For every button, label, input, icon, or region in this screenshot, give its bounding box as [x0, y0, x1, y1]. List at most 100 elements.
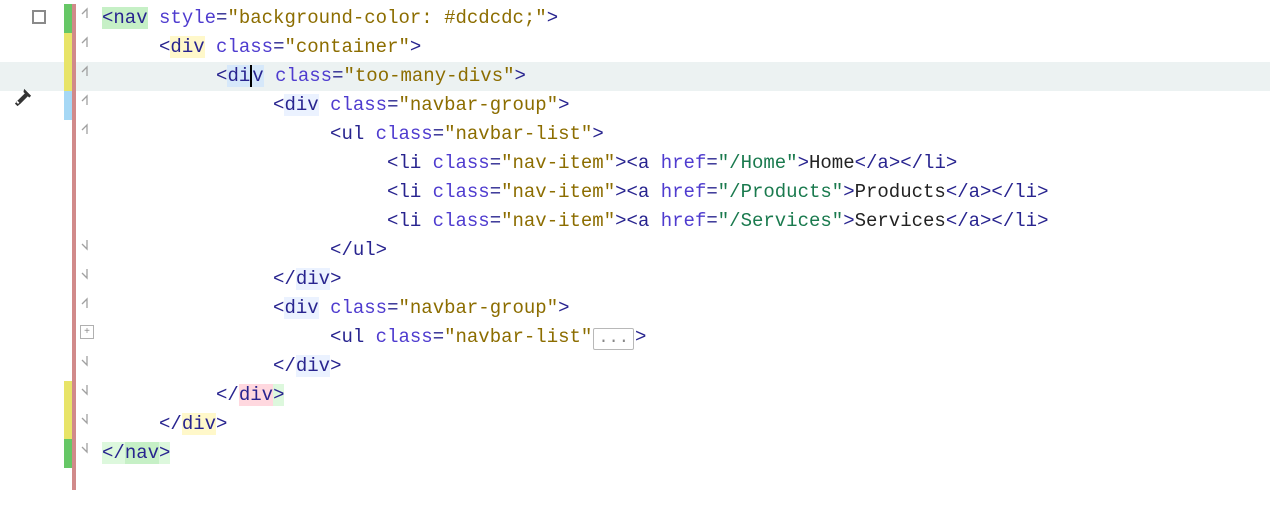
code-token: >< — [615, 210, 638, 232]
code-token — [421, 152, 432, 174]
code-token: = — [706, 181, 717, 203]
fold-expand-icon[interactable]: + — [80, 325, 94, 339]
code-line[interactable]: </div> — [100, 381, 1270, 410]
code-line[interactable]: <div class="too-many-divs"> — [100, 62, 1270, 91]
code-token: = — [706, 152, 717, 174]
code-token: > — [330, 355, 341, 377]
fold-collapse-icon[interactable] — [80, 296, 94, 310]
code-token: nav — [125, 442, 159, 464]
code-token: "navbar-list" — [444, 326, 592, 348]
code-token: class — [216, 36, 273, 58]
code-token: > — [1037, 181, 1048, 203]
code-token: li — [398, 210, 421, 232]
code-token: >< — [615, 181, 638, 203]
code-token: </ — [273, 268, 296, 290]
code-token — [205, 36, 216, 58]
code-line[interactable]: <div class="container"> — [100, 33, 1270, 62]
code-token: > — [330, 268, 341, 290]
code-token: nav — [113, 7, 147, 29]
code-token — [649, 152, 660, 174]
breakpoint-marker[interactable] — [32, 10, 46, 24]
code-line[interactable]: </nav> — [100, 439, 1270, 468]
code-token: li — [398, 152, 421, 174]
code-line[interactable]: <li class="nav-item"><a href="/Products"… — [100, 178, 1270, 207]
fold-collapse-icon[interactable] — [80, 64, 94, 78]
code-token: "navbar-group" — [398, 297, 558, 319]
code-editor[interactable]: + <nav style="background-color: #dcdcdc;… — [0, 0, 1270, 530]
code-line[interactable]: </div> — [100, 410, 1270, 439]
code-line[interactable]: <li class="nav-item"><a href="/Services"… — [100, 207, 1270, 236]
code-token: </ — [216, 384, 239, 406]
code-line[interactable]: </ul> — [100, 236, 1270, 265]
code-token: "too-many-divs" — [343, 65, 514, 87]
code-token: </ — [330, 239, 353, 261]
code-token: = — [387, 297, 398, 319]
code-token: ></ — [980, 181, 1014, 203]
code-area[interactable]: <nav style="background-color: #dcdcdc;">… — [100, 0, 1270, 530]
fold-close-icon[interactable] — [80, 238, 94, 252]
code-token: class — [330, 94, 387, 116]
fold-collapse-icon[interactable] — [80, 6, 94, 20]
change-marker — [64, 381, 72, 410]
code-token: = — [490, 152, 501, 174]
code-line[interactable]: <ul class="navbar-list"> — [100, 120, 1270, 149]
fold-collapse-icon[interactable] — [80, 122, 94, 136]
code-token: </ — [946, 181, 969, 203]
code-token: > — [273, 384, 284, 406]
code-line[interactable]: <div class="navbar-group"> — [100, 91, 1270, 120]
code-token: class — [376, 123, 433, 145]
code-token: "nav-item" — [501, 210, 615, 232]
code-line[interactable]: <li class="nav-item"><a href="/Home">Hom… — [100, 149, 1270, 178]
fold-close-icon[interactable] — [80, 412, 94, 426]
code-line[interactable]: <nav style="background-color: #dcdcdc;"> — [100, 4, 1270, 33]
gutter-annotations — [0, 0, 64, 530]
code-token: > — [843, 210, 854, 232]
code-token: "/Home" — [718, 152, 798, 174]
code-token: ul — [353, 239, 376, 261]
code-token: > — [798, 152, 809, 174]
change-marker — [64, 439, 72, 468]
code-token: > — [515, 65, 526, 87]
code-token: > — [558, 297, 569, 319]
hammer-icon[interactable] — [12, 86, 34, 108]
code-token: a — [969, 181, 980, 203]
code-token: div — [296, 355, 330, 377]
code-line[interactable]: </div> — [100, 352, 1270, 381]
code-token: "navbar-group" — [398, 94, 558, 116]
code-token: a — [638, 152, 649, 174]
code-token: li — [1014, 210, 1037, 232]
code-line[interactable]: </div> — [100, 265, 1270, 294]
fold-close-icon[interactable] — [80, 383, 94, 397]
code-token: < — [273, 94, 284, 116]
folded-region[interactable]: ... — [593, 328, 634, 350]
code-token: > — [376, 239, 387, 261]
code-line[interactable]: <ul class="navbar-list"...> — [100, 323, 1270, 352]
fold-close-icon[interactable] — [80, 354, 94, 368]
code-token: href — [661, 152, 707, 174]
code-token — [364, 326, 375, 348]
code-token: > — [159, 442, 170, 464]
code-token: li — [923, 152, 946, 174]
code-token: < — [387, 210, 398, 232]
code-token: href — [661, 181, 707, 203]
code-token: = — [490, 181, 501, 203]
change-marker — [64, 33, 72, 62]
fold-close-icon[interactable] — [80, 267, 94, 281]
code-token: Services — [855, 210, 946, 232]
code-token: < — [273, 297, 284, 319]
code-token: href — [661, 210, 707, 232]
code-token: = — [433, 326, 444, 348]
fold-collapse-icon[interactable] — [80, 35, 94, 49]
fold-collapse-icon[interactable] — [80, 93, 94, 107]
code-line[interactable]: <div class="navbar-group"> — [100, 294, 1270, 323]
code-token: "/Services" — [718, 210, 843, 232]
code-token: > — [635, 326, 646, 348]
code-token: </ — [855, 152, 878, 174]
code-token: = — [216, 7, 227, 29]
code-token: > — [558, 94, 569, 116]
code-token: a — [638, 210, 649, 232]
fold-close-icon[interactable] — [80, 441, 94, 455]
code-token: > — [216, 413, 227, 435]
code-token: < — [330, 326, 341, 348]
code-token: di — [227, 65, 250, 87]
